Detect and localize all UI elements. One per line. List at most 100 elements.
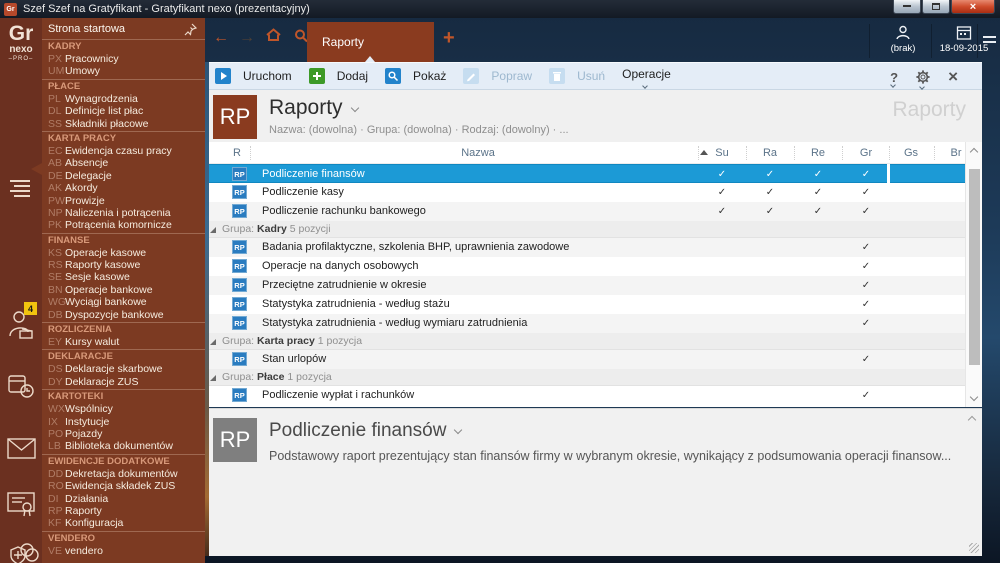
vertical-scrollbar[interactable] xyxy=(965,142,982,407)
table-row[interactable]: RPPodliczenie finansów✓✓✓✓ xyxy=(205,164,965,183)
table-row[interactable]: RPPodliczenie kasy✓✓✓✓ xyxy=(205,183,965,202)
column-header-ra[interactable]: Ra xyxy=(763,142,777,164)
item-label: Instytucje xyxy=(65,416,109,428)
sidebar-item-home[interactable]: Strona startowa xyxy=(42,21,205,38)
uruchom-button[interactable]: Uruchom xyxy=(215,62,292,90)
group-prefix: Grupa: xyxy=(222,371,257,383)
table-row[interactable]: RPPrzeciętne zatrudnienie w okresie✓ xyxy=(205,276,965,295)
poka--button[interactable]: Pokaż xyxy=(385,62,446,90)
settings-button[interactable] xyxy=(916,63,930,91)
scroll-down-icon[interactable] xyxy=(970,393,978,401)
table-row[interactable]: RPStatystyka zatrudnienia - według wymia… xyxy=(205,314,965,333)
hamburger-icon[interactable] xyxy=(10,180,30,200)
date-label: 18-09-2015 xyxy=(940,43,989,54)
table-row[interactable]: RPPodliczenie rachunku bankowego✓✓✓✓ xyxy=(205,202,965,221)
sidebar-item-ds[interactable]: DSDeklaracje skarbowe xyxy=(42,363,205,375)
home-icon[interactable] xyxy=(265,27,282,47)
popraw-button[interactable]: Popraw xyxy=(463,62,532,90)
filter-summary[interactable]: Nazwa: (dowolna) · Grupa: (dowolna) · Ro… xyxy=(269,124,569,136)
sidebar-item-pl[interactable]: PLWynagrodzenia xyxy=(42,93,205,105)
sidebar-item-se[interactable]: SESesje kasowe xyxy=(42,271,205,283)
check-icon-su: ✓ xyxy=(718,202,726,221)
sidebar-item-di[interactable]: DIDziałania xyxy=(42,493,205,505)
sidebar-item-ak[interactable]: AKAkordy xyxy=(42,182,205,194)
sidebar-item-rp[interactable]: RPRaporty xyxy=(42,505,205,517)
shield-coins-icon[interactable] xyxy=(7,540,39,563)
sidebar-item-ss[interactable]: SSSkładniki płacowe xyxy=(42,118,205,130)
table-row[interactable]: RPOperacje na danych osobowych✓ xyxy=(205,257,965,276)
pin-icon[interactable] xyxy=(184,23,197,36)
group-row[interactable]: Grupa: Płace 1 pozycja xyxy=(205,369,965,386)
menu-icon[interactable] xyxy=(983,36,996,46)
collapse-triangle-icon[interactable] xyxy=(210,339,216,345)
sidebar-item-rs[interactable]: RSRaporty kasowe xyxy=(42,259,205,271)
sidebar-item-ab[interactable]: ABAbsencje xyxy=(42,157,205,169)
collapse-triangle-icon[interactable] xyxy=(210,227,216,233)
sidebar-item-po[interactable]: POPojazdy xyxy=(42,428,205,440)
column-header-re[interactable]: Re xyxy=(811,142,825,164)
sidebar-item-wg[interactable]: WGWyciągi bankowe xyxy=(42,296,205,308)
sidebar-item-px[interactable]: PXPracownicy xyxy=(42,53,205,65)
search-icon xyxy=(385,68,407,84)
maximize-button[interactable] xyxy=(922,0,950,14)
sidebar-item-pk[interactable]: PKPotrącenia komornicze xyxy=(42,219,205,231)
column-header-gr[interactable]: Gr xyxy=(860,142,872,164)
page-header: RP Raporty Nazwa: (dowolna) · Grupa: (do… xyxy=(205,90,982,142)
calendar-clock-icon[interactable] xyxy=(7,373,37,408)
usu--button[interactable]: Usuń xyxy=(549,62,605,90)
user-menu[interactable]: (brak) xyxy=(877,25,929,57)
column-header-gs[interactable]: Gs xyxy=(904,142,918,164)
sidebar-item-bn[interactable]: BNOperacje bankowe xyxy=(42,284,205,296)
group-row[interactable]: Grupa: Karta pracy 1 pozycja xyxy=(205,333,965,350)
sidebar-item-wx[interactable]: WXWspólnicy xyxy=(42,403,205,415)
operacje-button[interactable]: Operacje xyxy=(622,62,671,90)
sidebar-item-de[interactable]: DEDelegacje xyxy=(42,170,205,182)
table-row[interactable]: RPStatystyka zatrudnienia - według stażu… xyxy=(205,295,965,314)
sidebar-item-dy[interactable]: DYDeklaracje ZUS xyxy=(42,376,205,388)
tab-raporty[interactable]: Raporty xyxy=(307,22,434,62)
sidebar-item-ks[interactable]: KSOperacje kasowe xyxy=(42,247,205,259)
table-row[interactable]: RPStan urlopów✓ xyxy=(205,350,965,369)
dodaj-button[interactable]: Dodaj xyxy=(309,62,368,90)
sidebar-item-ro[interactable]: ROEwidencja składek ZUS xyxy=(42,480,205,492)
minimize-button[interactable] xyxy=(893,0,921,14)
scroll-up-icon[interactable] xyxy=(970,148,978,156)
sidebar-item-ix[interactable]: IXInstytucje xyxy=(42,416,205,428)
help-button[interactable]: ? xyxy=(890,63,898,91)
scrollbar-thumb[interactable] xyxy=(969,169,980,365)
close-button[interactable]: × xyxy=(951,0,995,14)
table-header[interactable]: R Nazwa Su Ra Re Gr Gs Br xyxy=(205,142,982,164)
sidebar-item-ec[interactable]: ECEwidencja czasu pracy xyxy=(42,145,205,157)
item-code: DB xyxy=(48,309,65,321)
sidebar-item-ve[interactable]: VEvendero xyxy=(42,545,205,557)
sidebar-item-dl[interactable]: DLDefinicje list płac xyxy=(42,105,205,117)
sidebar-item-um[interactable]: UMUmowy xyxy=(42,65,205,77)
column-header-su[interactable]: Su xyxy=(715,142,728,164)
sidebar-item-pw[interactable]: PWProwizje xyxy=(42,195,205,207)
close-view-button[interactable]: × xyxy=(948,63,958,91)
sidebar-item-lb[interactable]: LBBiblioteka dokumentów xyxy=(42,440,205,452)
column-header-nazwa[interactable]: Nazwa xyxy=(461,142,495,164)
sidebar-item-db[interactable]: DBDyspozycje bankowe xyxy=(42,309,205,321)
sidebar-item-dd[interactable]: DDDekretacja dokumentów xyxy=(42,468,205,480)
forward-icon[interactable]: → xyxy=(239,29,255,47)
column-header-br[interactable]: Br xyxy=(951,142,962,164)
section-title: ROZLICZENIA xyxy=(42,324,205,336)
table-row[interactable]: RPPodliczenie wypłat i rachunków✓ xyxy=(205,386,965,405)
sidebar-item-ey[interactable]: EYKursy walut xyxy=(42,336,205,348)
column-header-r[interactable]: R xyxy=(233,142,241,164)
resize-grip[interactable] xyxy=(969,543,979,553)
collapse-triangle-icon[interactable] xyxy=(210,375,216,381)
scroll-up-icon[interactable] xyxy=(968,416,976,424)
sort-ascending-icon[interactable] xyxy=(700,150,708,155)
sidebar-item-np[interactable]: NPNaliczenia i potrącenia xyxy=(42,207,205,219)
group-row[interactable]: Grupa: Kadry 5 pozycji xyxy=(205,221,965,238)
new-tab-button[interactable]: + xyxy=(443,27,455,50)
sidebar-item-kf[interactable]: KFKonfiguracja xyxy=(42,517,205,529)
back-icon[interactable]: ← xyxy=(213,29,229,47)
detail-title[interactable]: Podliczenie finansów xyxy=(269,420,461,442)
table-row[interactable]: RPBadania profilaktyczne, szkolenia BHP,… xyxy=(205,238,965,257)
certificate-icon[interactable] xyxy=(7,490,37,525)
envelope-icon[interactable] xyxy=(7,438,37,465)
page-title[interactable]: Raporty xyxy=(269,96,358,120)
